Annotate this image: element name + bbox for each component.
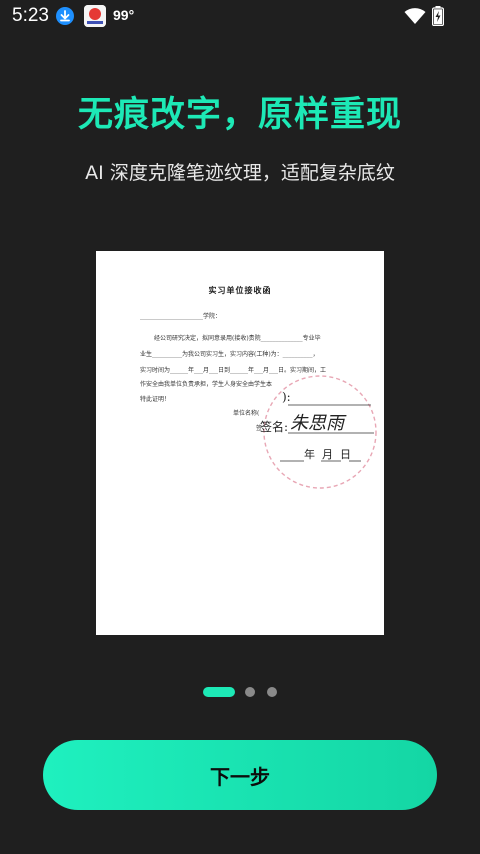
- subline: AI 深度克隆笔迹纹理，适配复杂底纹: [85, 162, 395, 184]
- status-time: 5:23: [12, 5, 49, 26]
- stamp-field-2: 签名:: [260, 420, 289, 434]
- page-dot[interactable]: [245, 687, 255, 697]
- handwritten-name: 朱思雨: [290, 413, 344, 434]
- stamp-field-1: ):: [282, 390, 291, 404]
- temperature-text: 99°: [113, 7, 135, 23]
- document-preview: 实习单位接收函 _____________________学院： 经公司研究决定…: [96, 251, 384, 635]
- page-dot[interactable]: [267, 687, 277, 697]
- download-icon: [56, 7, 74, 25]
- page-dot-active[interactable]: [203, 687, 235, 697]
- battery-charging-icon: [431, 6, 445, 30]
- app-badge-icon: [84, 5, 106, 27]
- page-indicator: [0, 686, 480, 698]
- wifi-icon: [404, 7, 426, 29]
- signature-stamp: [263, 375, 377, 489]
- stamp-date: 年 月 日: [304, 448, 351, 461]
- headline: 无痕改字，原样重现: [77, 95, 402, 135]
- next-button[interactable]: 下一步: [43, 740, 437, 810]
- status-bar: 5:23 99°: [0, 0, 480, 32]
